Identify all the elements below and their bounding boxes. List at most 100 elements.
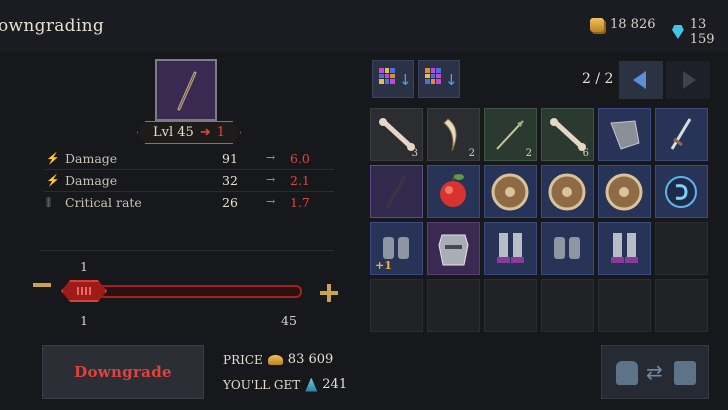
rune-icon	[656, 166, 707, 221]
helmet-icon	[616, 361, 638, 385]
item-quantity: 6	[582, 148, 589, 159]
stat-current: 26	[222, 195, 238, 210]
inventory-slot[interactable]	[370, 165, 423, 218]
item-quantity: 2	[468, 148, 475, 159]
inventory-slot-empty[interactable]	[655, 222, 708, 275]
sort-by-rarity-button[interactable]: ↓	[372, 60, 414, 98]
slider-value: 1	[80, 259, 88, 274]
armor-icon	[674, 361, 696, 385]
gem-amount: 13 159	[689, 17, 715, 47]
inventory-slot[interactable]	[598, 222, 651, 275]
gem-counter: 13 159	[672, 17, 728, 47]
current-level: Lvl 45	[153, 125, 194, 140]
grid-icon	[379, 68, 395, 84]
slider-min-label: 1	[80, 313, 88, 328]
arrow-down-icon: ↓	[445, 71, 458, 89]
dagger-icon	[656, 109, 707, 164]
essence-icon	[305, 377, 318, 392]
next-page-button[interactable]	[666, 61, 710, 99]
gold-pile-icon	[267, 354, 283, 365]
inventory-slot[interactable]	[484, 222, 537, 275]
increase-button-vertical[interactable]	[327, 284, 331, 302]
divider	[40, 250, 334, 251]
shield-icon	[542, 166, 593, 221]
gauntlets-icon	[542, 223, 593, 278]
chestplate-icon	[428, 223, 479, 278]
gain-value: 241	[322, 377, 348, 392]
item-quantity: 3	[411, 148, 418, 159]
stat-current: 32	[222, 173, 238, 188]
arrow-right-icon: →	[266, 173, 276, 186]
inventory-slot-empty[interactable]	[655, 279, 708, 332]
level-badge: Lvl 45 ➜ 1	[137, 121, 241, 144]
inventory-slot[interactable]	[541, 165, 594, 218]
gain-label: YOU'LL GET	[223, 377, 301, 392]
boots-icon	[599, 223, 650, 278]
swap-arrows-icon: ⇄	[646, 360, 663, 384]
inventory-slot[interactable]: 3	[370, 108, 423, 161]
inventory-slot[interactable]	[484, 165, 537, 218]
inventory-slot-empty[interactable]	[370, 279, 423, 332]
coins-icon	[590, 17, 604, 32]
decrease-button[interactable]	[33, 283, 51, 287]
gain-row: YOU'LL GET 241	[223, 377, 347, 392]
price-label: PRICE	[223, 352, 263, 367]
slider-max-label: 45	[281, 313, 297, 328]
pauldron-icon	[599, 109, 650, 164]
inventory-slot[interactable]: 2	[484, 108, 537, 161]
stat-name: Damage	[65, 173, 118, 188]
stat-current: 91	[222, 151, 238, 166]
level-slider-track[interactable]	[82, 285, 302, 298]
boots-icon	[485, 223, 536, 278]
item-quantity: 2	[525, 148, 532, 159]
inventory-slot[interactable]: 2	[427, 108, 480, 161]
inventory-slot-empty[interactable]	[484, 279, 537, 332]
claw-icon: ⫼	[46, 196, 52, 209]
shield-icon	[485, 166, 536, 221]
grip-icon	[77, 287, 91, 295]
page-title: owngrading	[0, 16, 105, 36]
inventory-slot[interactable]	[655, 108, 708, 161]
stat-name: Critical rate	[65, 195, 142, 210]
inventory-slot-empty[interactable]	[541, 279, 594, 332]
gem-icon	[672, 25, 684, 39]
inventory-slot-empty[interactable]	[598, 279, 651, 332]
inventory-slot[interactable]	[598, 165, 651, 218]
inventory-slot[interactable]: 6	[541, 108, 594, 161]
stat-new: 1.7	[290, 195, 310, 210]
stat-new: 6.0	[290, 151, 310, 166]
stat-row: ⚡ Damage 32 → 2.1	[44, 169, 334, 191]
inventory-slot[interactable]	[427, 222, 480, 275]
sword-icon: ⚡	[46, 174, 60, 187]
staff-icon	[177, 71, 197, 111]
arrow-right-icon: ➜	[199, 125, 211, 140]
inventory-slot[interactable]	[427, 165, 480, 218]
inventory-slot[interactable]	[598, 108, 651, 161]
selected-item-slot[interactable]	[155, 59, 217, 121]
gold-amount: 18 826	[610, 17, 656, 32]
previous-page-button[interactable]	[619, 61, 663, 99]
target-level: 1	[216, 125, 225, 140]
arrow-right-icon: →	[266, 195, 276, 208]
page-indicator: 2 / 2	[582, 71, 614, 87]
grid-icon	[425, 68, 441, 84]
swap-equipment-button[interactable]: ⇄	[601, 345, 709, 399]
sort-by-type-button[interactable]: ↓	[418, 60, 460, 98]
apple-icon	[428, 166, 479, 221]
stats-table: ⚡ Damage 91 → 6.0 ⚡ Damage 32 → 2.1 ⫼ Cr…	[44, 148, 334, 213]
price-value: 83 609	[287, 352, 334, 367]
stat-row: ⚡ Damage 91 → 6.0	[44, 148, 334, 169]
sword-icon: ⚡	[46, 152, 60, 165]
inventory-slot[interactable]	[541, 222, 594, 275]
upgrade-bonus-badge: +1	[375, 259, 392, 272]
inventory-slot-empty[interactable]	[427, 279, 480, 332]
chevron-left-icon	[633, 71, 646, 89]
chevron-right-icon	[683, 71, 696, 89]
inventory-slot[interactable]	[655, 165, 708, 218]
inventory-slot[interactable]: +1	[370, 222, 423, 275]
downgrade-button[interactable]: Downgrade	[42, 345, 204, 399]
staff-icon	[371, 166, 422, 221]
arrow-down-icon: ↓	[399, 71, 412, 89]
stat-row: ⫼ Critical rate 26 → 1.7	[44, 191, 334, 213]
arrow-right-icon: →	[266, 151, 276, 164]
